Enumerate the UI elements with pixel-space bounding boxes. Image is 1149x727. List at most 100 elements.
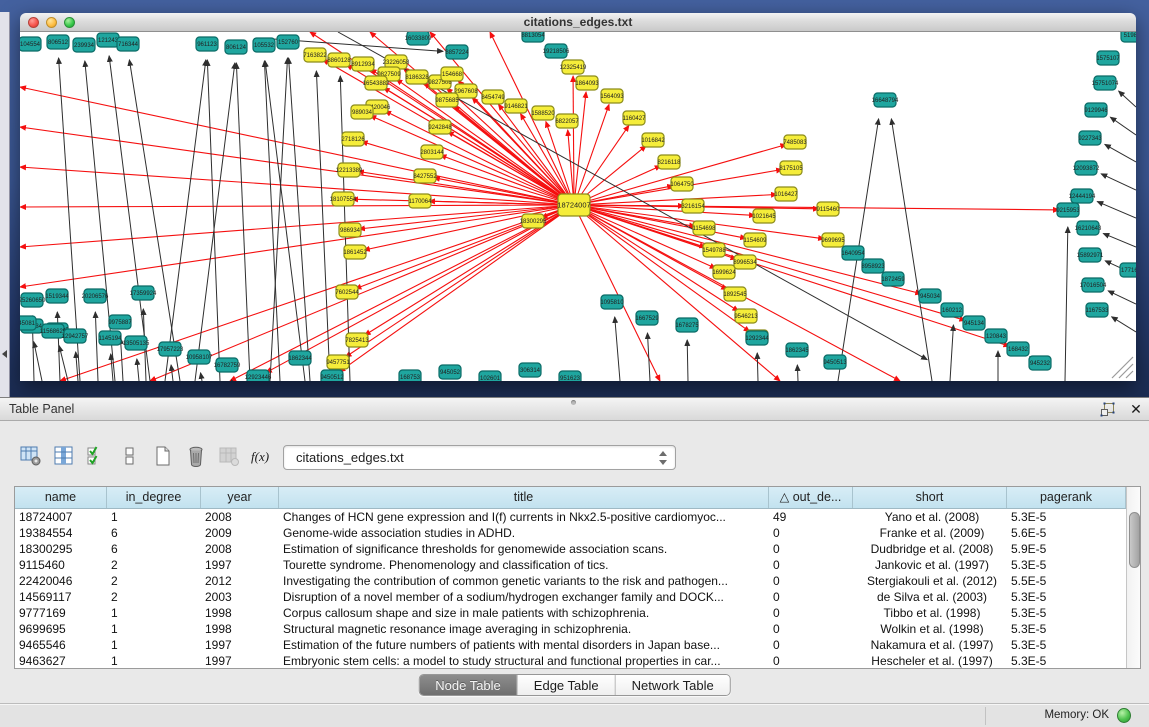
graph-node[interactable]: 1154609	[744, 233, 768, 247]
column-chooser-button[interactable]	[49, 443, 79, 471]
table-selector-dropdown[interactable]: citations_edges.txt	[283, 445, 676, 470]
graph-node[interactable]: 1145194	[99, 331, 123, 345]
graph-node[interactable]: 1167533	[1086, 303, 1110, 317]
network-graph-canvas[interactable]: 7163822886012889129342322605898275091654…	[20, 32, 1136, 381]
graph-node[interactable]: 1021645	[752, 209, 776, 223]
graph-node[interactable]: 7825413	[345, 333, 369, 347]
table-row[interactable]: 977716911998Corpus callosum shape and si…	[15, 605, 1126, 621]
graph-node[interactable]: 9450513	[823, 355, 847, 369]
graph-node[interactable]: 1292344	[745, 331, 769, 345]
graph-node[interactable]: 3216154	[681, 199, 705, 213]
graph-node[interactable]: 17359924	[130, 286, 157, 300]
graph-node[interactable]: 8813054	[521, 32, 545, 42]
graph-node[interactable]: 177165	[1120, 263, 1136, 277]
graph-node[interactable]: 1154698	[693, 221, 717, 235]
graph-node[interactable]: 1640954	[841, 246, 865, 260]
graph-node[interactable]: 2718126	[341, 132, 365, 146]
graph-node[interactable]: 2803144	[420, 145, 444, 159]
graph-node[interactable]: 8860128	[327, 53, 351, 67]
graph-node[interactable]: 15892971	[1077, 248, 1104, 262]
graph-node[interactable]: 1160427	[623, 111, 647, 125]
graph-node[interactable]: 8186328	[405, 70, 429, 84]
graph-node[interactable]: 9699695	[821, 233, 845, 247]
tab-network-table[interactable]: Network Table	[616, 675, 730, 695]
column-header-in_degree[interactable]: in_degree	[107, 487, 201, 508]
graph-node[interactable]: 1861452	[343, 245, 367, 259]
graph-node[interactable]: 16543882	[363, 76, 390, 90]
graph-node[interactable]: 102601	[479, 371, 501, 381]
graph-node[interactable]: 16648794	[872, 93, 899, 107]
graph-node[interactable]: 20206576	[82, 289, 109, 303]
column-header-short[interactable]: short	[853, 487, 1007, 508]
graph-node[interactable]: 8996534	[733, 255, 757, 269]
clear-selection-button[interactable]	[115, 443, 145, 471]
graph-node[interactable]: 1872459	[881, 272, 905, 286]
table-row[interactable]: 911546021997Tourette syndrome. Phenomeno…	[15, 557, 1126, 573]
scrollbar-thumb[interactable]	[1129, 512, 1140, 568]
graph-node[interactable]: 15751074	[1092, 76, 1119, 90]
graph-node[interactable]: 10958107	[186, 350, 213, 364]
new-table-button[interactable]	[148, 443, 178, 471]
graph-node[interactable]: 9242848	[428, 120, 452, 134]
graph-node[interactable]: 1862344	[288, 351, 312, 365]
table-row[interactable]: 1872400712008Changes of HCN gene express…	[15, 509, 1126, 525]
graph-node[interactable]: 105532	[253, 38, 275, 52]
graph-node[interactable]: 168753	[399, 370, 421, 381]
graph-node[interactable]: 989034	[351, 105, 373, 119]
graph-node[interactable]: 961123	[196, 37, 218, 51]
graph-node[interactable]: 9875685	[435, 93, 459, 107]
splitter-handle[interactable]	[571, 400, 576, 405]
graph-node[interactable]: 8857224	[445, 45, 469, 59]
graph-node[interactable]: 12325419	[560, 60, 587, 74]
graph-node[interactable]: 945052	[439, 365, 461, 379]
graph-node[interactable]: 806124	[225, 40, 247, 54]
tab-edge-table[interactable]: Edge Table	[518, 675, 616, 695]
graph-node[interactable]: 152760	[277, 35, 299, 49]
table-row[interactable]: 2242004622012Investigating the contribut…	[15, 573, 1126, 589]
graph-node[interactable]: 945034	[919, 289, 941, 303]
graph-node[interactable]: 1892545	[723, 287, 747, 301]
graph-node[interactable]: 16033809	[405, 32, 432, 45]
graph-node[interactable]: 986934	[339, 223, 361, 237]
table-settings-button[interactable]	[16, 443, 46, 471]
graph-node[interactable]: 1170064	[409, 194, 433, 208]
close-panel-icon[interactable]: ✕	[1128, 400, 1144, 418]
table-row[interactable]: 1456911722003Disruption of a novel membe…	[15, 589, 1126, 605]
graph-node[interactable]: 12444194	[1069, 189, 1096, 203]
graph-node[interactable]: 18300295	[520, 214, 547, 228]
table-vertical-scrollbar[interactable]	[1126, 487, 1140, 668]
graph-node[interactable]: 1016427	[774, 187, 798, 201]
graph-node[interactable]: 160212	[941, 303, 963, 317]
graph-node[interactable]: 951623	[559, 371, 581, 381]
column-header-year[interactable]: year	[201, 487, 279, 508]
graph-node[interactable]: 9457751	[326, 355, 350, 369]
graph-node[interactable]: 7602544	[335, 285, 359, 299]
graph-node[interactable]: 17016504	[1080, 278, 1107, 292]
graph-node[interactable]: 1588520	[531, 106, 555, 120]
graph-node[interactable]: 1095810	[600, 295, 624, 309]
table-row[interactable]: 946554611997Estimation of the future num…	[15, 637, 1126, 653]
column-header-out_de[interactable]: △ out_de...	[769, 487, 853, 508]
graph-node[interactable]: 16210643	[1075, 221, 1102, 235]
graph-node[interactable]: 306314	[519, 363, 541, 377]
network-window-titlebar[interactable]: citations_edges.txt	[20, 13, 1136, 32]
graph-node[interactable]: 9129946	[1084, 103, 1108, 117]
graph-node[interactable]: 25260650	[20, 293, 46, 307]
graph-node[interactable]: 1862345	[785, 343, 809, 357]
function-builder-button[interactable]: f(x)	[247, 443, 277, 471]
panel-collapse-handle[interactable]	[2, 350, 7, 358]
graph-node[interactable]: 13505135	[123, 336, 150, 350]
graph-node[interactable]: 945232	[1029, 356, 1051, 370]
graph-node[interactable]: 16782759	[214, 358, 241, 372]
graph-node[interactable]: 8427552	[413, 169, 437, 183]
table-row[interactable]: 946362711997Embryonic stem cells: a mode…	[15, 653, 1126, 669]
float-panel-icon[interactable]	[1100, 402, 1115, 417]
graph-node[interactable]: 9115460	[817, 202, 841, 216]
graph-node[interactable]: 9146821	[504, 99, 528, 113]
graph-node[interactable]: 51984	[1121, 32, 1136, 42]
select-all-button[interactable]	[82, 443, 112, 471]
graph-node[interactable]: 1016842	[641, 133, 665, 147]
graph-node[interactable]: 445081	[20, 316, 36, 330]
tab-node-table[interactable]: Node Table	[419, 675, 518, 695]
graph-node[interactable]: 1678275	[675, 318, 699, 332]
